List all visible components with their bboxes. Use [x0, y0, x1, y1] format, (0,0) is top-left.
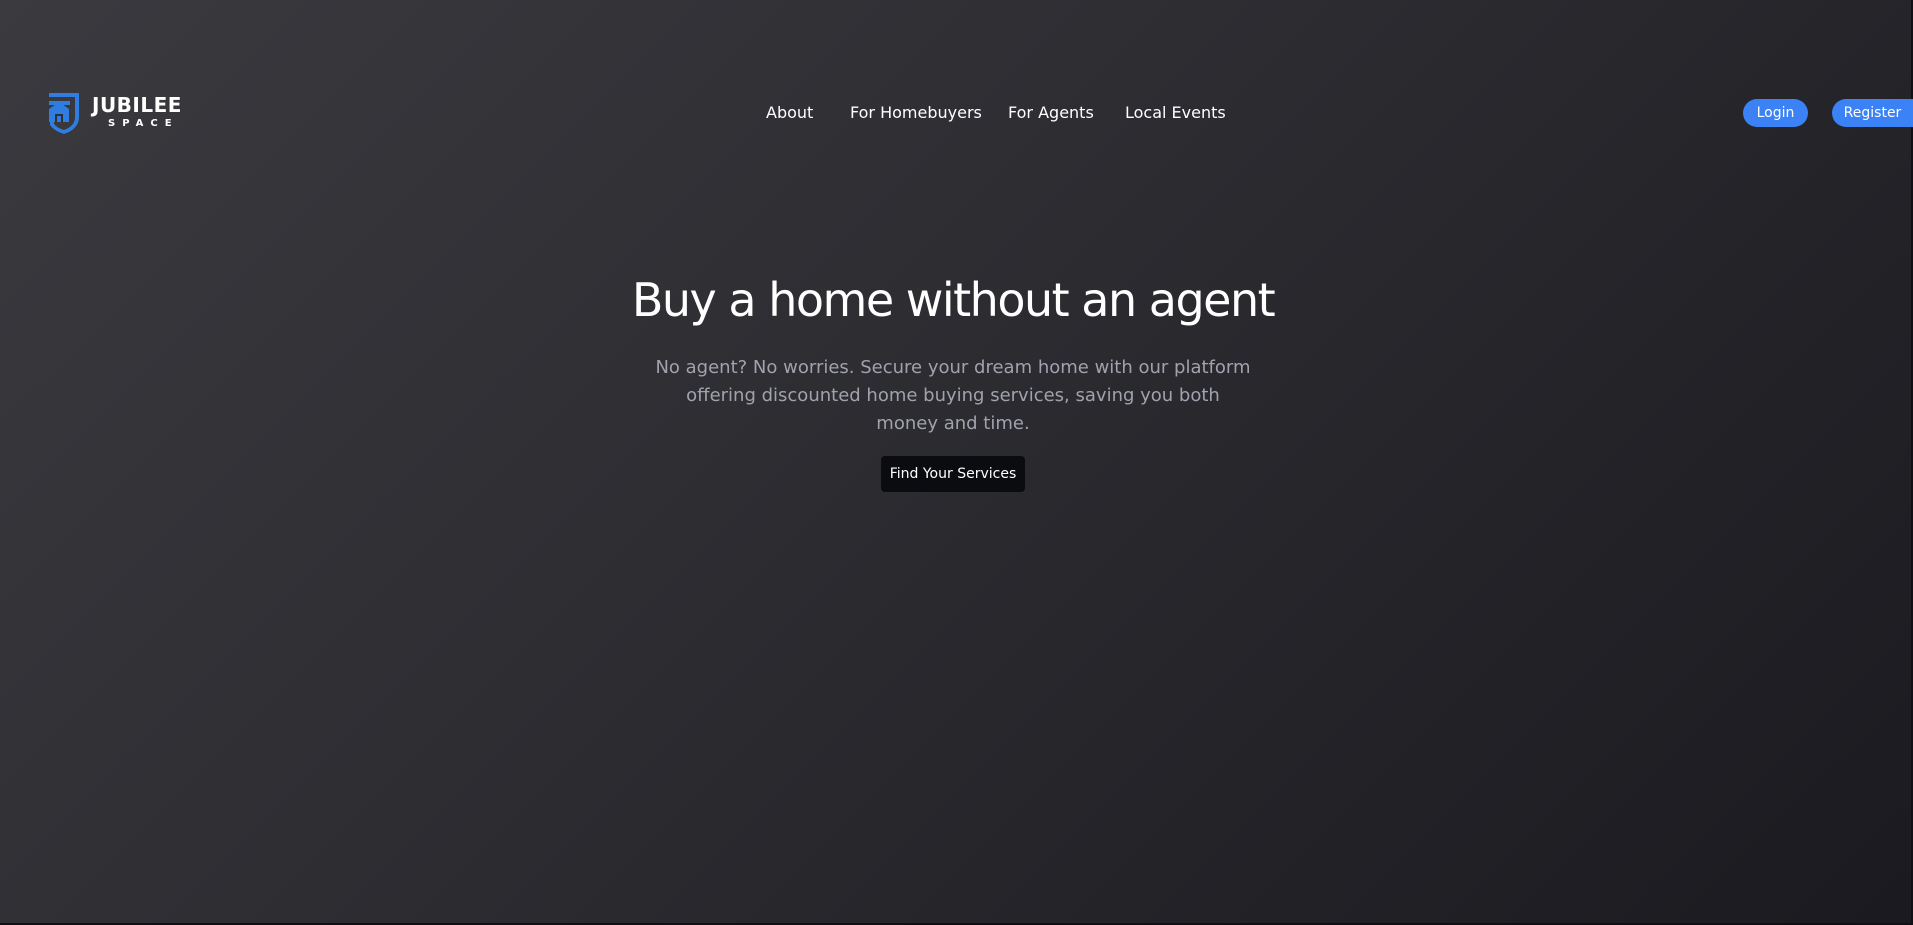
- hero-description: No agent? No worries. Secure your dream …: [655, 357, 1251, 434]
- register-button[interactable]: Register: [1832, 99, 1913, 127]
- hero-section: JUBILEE SPACE About For Homebuyers For A…: [0, 0, 1913, 925]
- nav-link-local-events[interactable]: Local Events: [1125, 101, 1226, 125]
- nav-link-for-homebuyers[interactable]: For Homebuyers: [850, 101, 982, 125]
- nav-link-for-agents[interactable]: For Agents: [1008, 101, 1094, 125]
- find-services-button[interactable]: Find Your Services: [881, 456, 1025, 492]
- nav-link-about[interactable]: About: [766, 101, 813, 125]
- login-button[interactable]: Login: [1743, 99, 1808, 127]
- main-nav: About For Homebuyers For Agents Local Ev…: [0, 101, 1913, 125]
- hero-title: Buy a home without an agent: [631, 273, 1276, 327]
